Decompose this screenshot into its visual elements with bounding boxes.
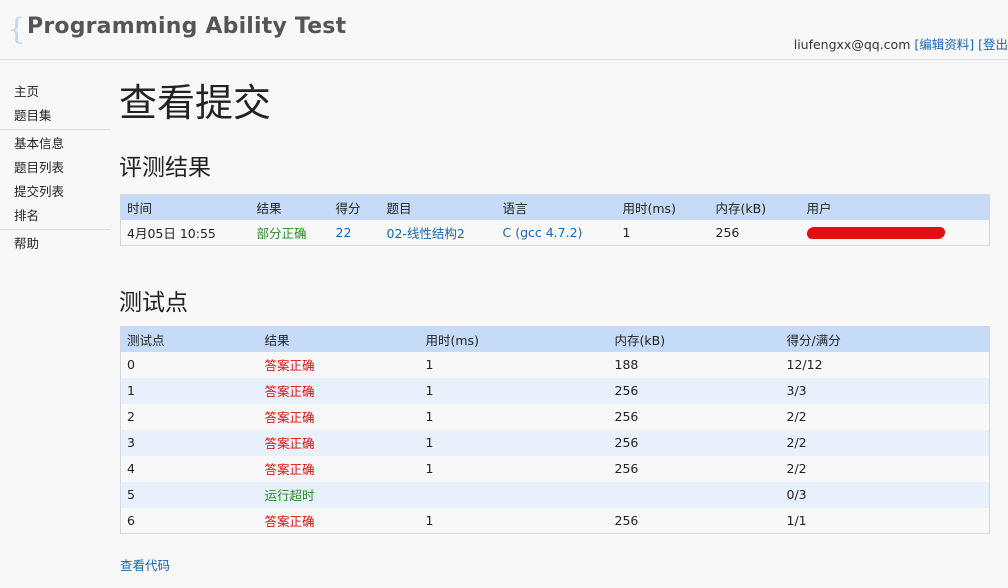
submission-language-link[interactable]: C (gcc 4.7.2) xyxy=(503,225,583,240)
testpoint-row: 1 答案正确 1 256 3/3 xyxy=(120,377,990,404)
testpoint-memory: 256 xyxy=(608,403,781,430)
testpoint-score: 2/2 xyxy=(780,455,990,482)
testpoints-section-title: 测试点 xyxy=(119,290,188,316)
testpoint-time: 1 xyxy=(419,507,609,534)
sidebar-item-submissions[interactable]: 提交列表 xyxy=(0,180,110,204)
testpoint-id: 4 xyxy=(120,455,259,482)
sidebar-item-help[interactable]: 帮助 xyxy=(0,232,110,256)
col-header-time-ms: 用时(ms) xyxy=(616,194,710,220)
testpoint-score: 2/2 xyxy=(780,403,990,430)
sidebar-item-problem-sets[interactable]: 题目集 xyxy=(0,104,110,128)
testpoint-result: 答案正确 xyxy=(258,403,420,430)
testpoint-row: 4 答案正确 1 256 2/2 xyxy=(120,455,990,482)
testpoint-score: 3/3 xyxy=(780,377,990,404)
testpoint-result: 答案正确 xyxy=(258,429,420,456)
testpoint-memory: 256 xyxy=(608,429,781,456)
testpoint-time xyxy=(419,481,609,508)
col-header-score: 得分 xyxy=(329,194,381,220)
testpoint-result: 运行超时 xyxy=(258,481,420,508)
testpoint-time: 1 xyxy=(419,429,609,456)
col-header-tp-memory: 内存(kB) xyxy=(608,326,781,352)
col-header-user: 用户 xyxy=(800,194,990,220)
col-header-problem: 题目 xyxy=(380,194,497,220)
testpoint-row: 6 答案正确 1 256 1/1 xyxy=(120,507,990,534)
testpoint-memory xyxy=(608,481,781,508)
result-section-title: 评测结果 xyxy=(119,155,211,181)
testpoint-memory: 256 xyxy=(608,377,781,404)
user-area: liufengxx@qq.com [编辑资料] [登出 xyxy=(794,34,1008,53)
result-header-row: 时间 结果 得分 题目 语言 用时(ms) 内存(kB) 用户 xyxy=(120,194,990,220)
testpoint-score: 1/1 xyxy=(780,507,990,534)
sidebar-group-help: 帮助 xyxy=(0,230,110,257)
site-logo[interactable]: Programming Ability Test xyxy=(27,14,346,39)
sidebar-nav: 主页 题目集 基本信息 题目列表 提交列表 排名 帮助 xyxy=(0,78,110,257)
testpoint-score: 12/12 xyxy=(780,351,990,378)
testpoint-time: 1 xyxy=(419,455,609,482)
submission-time-ms: 1 xyxy=(616,219,710,246)
user-email: liufengxx@qq.com xyxy=(793,37,911,52)
sidebar-item-problem-list[interactable]: 题目列表 xyxy=(0,156,110,180)
testpoint-id: 0 xyxy=(120,351,259,378)
testpoint-time: 1 xyxy=(419,351,609,378)
submission-result: 部分正确 xyxy=(250,219,330,246)
testpoint-memory: 188 xyxy=(608,351,781,378)
testpoint-memory: 256 xyxy=(608,507,781,534)
testpoint-time: 1 xyxy=(419,377,609,404)
col-header-time: 时间 xyxy=(120,194,251,220)
sidebar-item-basic-info[interactable]: 基本信息 xyxy=(0,132,110,156)
testpoint-id: 2 xyxy=(120,403,259,430)
testpoints-header-row: 测试点 结果 用时(ms) 内存(kB) 得分/满分 xyxy=(120,326,990,352)
sidebar-group-set: 基本信息 题目列表 提交列表 排名 xyxy=(0,130,110,230)
testpoint-memory: 256 xyxy=(608,455,781,482)
testpoints-table: 测试点 结果 用时(ms) 内存(kB) 得分/满分 0 答案正确 1 188 12/1… xyxy=(120,326,990,534)
testpoint-row: 0 答案正确 1 188 12/12 xyxy=(120,351,990,378)
col-header-memory: 内存(kB) xyxy=(709,194,801,220)
edit-profile-link[interactable]: [编辑资料] xyxy=(914,37,974,52)
testpoint-result: 答案正确 xyxy=(258,455,420,482)
col-header-testpoint: 测试点 xyxy=(120,326,259,352)
submission-problem-link[interactable]: 02-线性结构2 xyxy=(387,226,465,241)
col-header-tp-time: 用时(ms) xyxy=(419,326,609,352)
submission-memory: 256 xyxy=(709,219,801,246)
submission-row: 4月05日 10:55 部分正确 22 02-线性结构2 C (gcc 4.7.… xyxy=(120,219,990,246)
testpoint-score: 0/3 xyxy=(780,481,990,508)
col-header-tp-score: 得分/满分 xyxy=(780,326,990,352)
testpoint-row: 5 运行超时 0/3 xyxy=(120,481,990,508)
sidebar-item-home[interactable]: 主页 xyxy=(0,80,110,104)
col-header-tp-result: 结果 xyxy=(258,326,420,352)
submission-time: 4月05日 10:55 xyxy=(120,219,251,246)
testpoint-result: 答案正确 xyxy=(258,507,420,534)
col-header-language: 语言 xyxy=(496,194,617,220)
testpoint-time: 1 xyxy=(419,403,609,430)
testpoint-score: 2/2 xyxy=(780,429,990,456)
sidebar-item-ranking[interactable]: 排名 xyxy=(0,204,110,228)
submission-score-link[interactable]: 22 xyxy=(336,225,352,240)
page-title: 查看提交 xyxy=(119,81,272,125)
result-table: 时间 结果 得分 题目 语言 用时(ms) 内存(kB) 用户 4月05日 10… xyxy=(120,194,990,246)
testpoint-row: 3 答案正确 1 256 2/2 xyxy=(120,429,990,456)
testpoint-id: 5 xyxy=(120,481,259,508)
sidebar-group-main: 主页 题目集 xyxy=(0,78,110,130)
testpoint-id: 1 xyxy=(120,377,259,404)
testpoint-result: 答案正确 xyxy=(258,377,420,404)
testpoint-result: 答案正确 xyxy=(258,351,420,378)
logout-link[interactable]: [登出 xyxy=(978,37,1008,52)
col-header-result: 结果 xyxy=(250,194,330,220)
testpoint-row: 2 答案正确 1 256 2/2 xyxy=(120,403,990,430)
logo-brace-icon: { xyxy=(7,12,27,47)
redacted-username xyxy=(805,227,946,240)
top-header: { Programming Ability Test liufengxx@qq.… xyxy=(0,0,1008,60)
testpoint-id: 6 xyxy=(120,507,259,534)
view-code-link[interactable]: 查看代码 xyxy=(120,555,170,574)
testpoint-id: 3 xyxy=(120,429,259,456)
